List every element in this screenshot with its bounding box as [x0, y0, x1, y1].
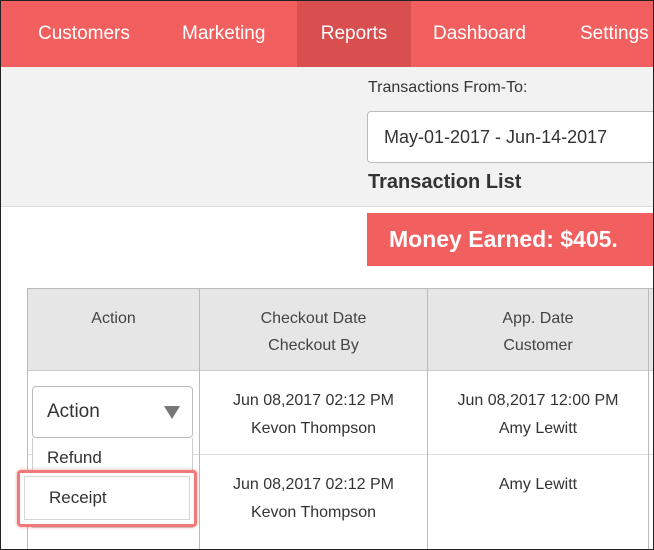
column-header-action: Action	[28, 289, 199, 371]
column-header-app: App. Date Customer	[428, 289, 648, 371]
header-action-label: Action	[91, 310, 136, 327]
column-divider	[427, 289, 428, 549]
customer-name: Amy Lewitt	[498, 476, 578, 493]
money-earned-value: $405.	[560, 226, 618, 252]
header-app-date-label: App. Date	[502, 310, 574, 327]
money-earned-label: Money Earned:	[389, 226, 554, 252]
checkout-by: Kevon Thompson	[250, 420, 377, 437]
customer-name: Amy Lewitt	[498, 420, 578, 437]
column-header-checkout: Checkout Date Checkout By	[200, 289, 427, 371]
checkout-date: Jun 08,2017 02:12 PM	[232, 392, 394, 409]
date-range-label: Transactions From-To:	[368, 79, 528, 96]
top-nav: Customers Marketing Reports Dashboard Se…	[1, 1, 653, 67]
checkout-cell: Jun 08,2017 02:12 PM Kevon Thompson	[200, 455, 427, 527]
menu-item-receipt[interactable]: Receipt	[24, 476, 190, 520]
checkout-cell: Jun 08,2017 02:12 PM Kevon Thompson	[200, 371, 427, 443]
nav-item-marketing[interactable]: Marketing	[182, 1, 265, 67]
header-checkout-by-label: Checkout By	[268, 337, 359, 354]
filter-panel: Transactions From-To: May-01-2017 - Jun-…	[1, 67, 653, 207]
header-checkout-date-label: Checkout Date	[260, 310, 367, 327]
column-divider	[199, 289, 200, 549]
header-customer-label: Customer	[503, 337, 573, 354]
checkout-date: Jun 08,2017 02:12 PM	[232, 476, 394, 493]
nav-item-dashboard[interactable]: Dashboard	[433, 1, 526, 67]
app-window: Customers Marketing Reports Dashboard Se…	[0, 0, 654, 550]
column-divider	[648, 289, 649, 549]
app-cell: Jun 08,2017 12:00 PM Amy Lewitt	[428, 371, 648, 443]
date-range-input[interactable]: May-01-2017 - Jun-14-2017	[367, 111, 653, 163]
action-dropdown-value: Action	[47, 401, 100, 422]
money-earned-banner: Money Earned: $405.	[367, 213, 653, 266]
checkout-by: Kevon Thompson	[250, 504, 377, 521]
app-cell: Amy Lewitt	[428, 455, 648, 499]
app-date: Jun 08,2017 12:00 PM	[457, 392, 619, 409]
caret-down-icon	[164, 406, 180, 419]
table-header: Action Checkout Date Checkout By App. Da…	[28, 289, 653, 371]
nav-item-customers[interactable]: Customers	[38, 1, 130, 67]
nav-item-settings[interactable]: Settings	[580, 1, 649, 67]
nav-item-reports[interactable]: Reports	[297, 1, 411, 67]
transaction-list-title: Transaction List	[368, 171, 522, 193]
action-dropdown[interactable]: Action	[32, 386, 193, 438]
receipt-highlight: Receipt	[17, 470, 197, 527]
